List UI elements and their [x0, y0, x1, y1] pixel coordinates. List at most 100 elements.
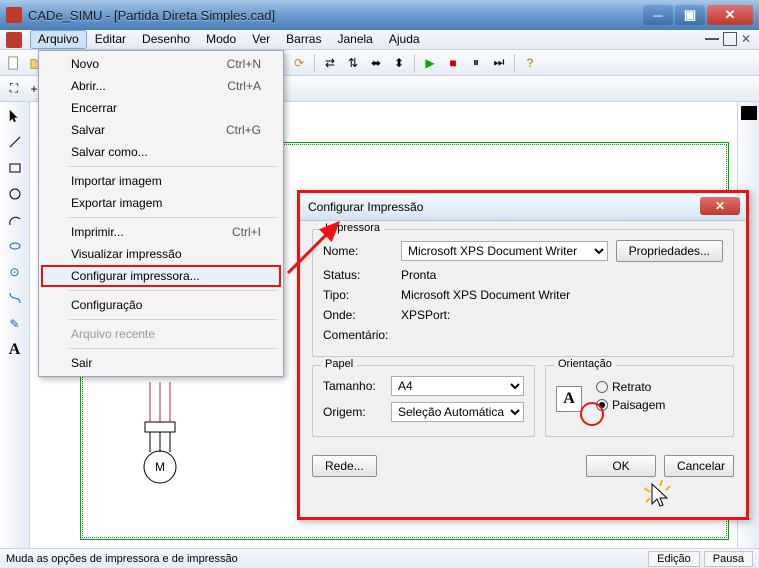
paper-group-label: Papel [321, 358, 357, 370]
status-mode: Edição [648, 551, 700, 567]
type-label: Tipo: [323, 288, 393, 302]
print-setup-dialog: Configurar Impressão ✕ Impressora Nome: … [297, 190, 749, 520]
status-value: Pronta [401, 268, 436, 282]
help-icon[interactable]: ? [520, 53, 540, 73]
menu-imprimir[interactable]: Imprimir...Ctrl+I [41, 221, 281, 243]
menu-novo[interactable]: NovoCtrl+N [41, 53, 281, 75]
mdi-restore-icon[interactable] [723, 32, 737, 46]
flip-v-icon[interactable]: ⇅ [343, 53, 363, 73]
mirror-icon[interactable]: ⬌ [366, 53, 386, 73]
zoom-fit-icon[interactable]: ⛶ [4, 79, 24, 99]
mdi-min-icon[interactable] [705, 32, 719, 40]
separator [69, 217, 277, 218]
menu-ajuda[interactable]: Ajuda [381, 30, 428, 49]
doc-icon [6, 32, 22, 48]
color-swatch-black[interactable] [741, 106, 757, 120]
dialog-title: Configurar Impressão [308, 200, 423, 214]
status-state: Pausa [704, 551, 753, 567]
orientation-group-label: Orientação [554, 358, 616, 370]
menubar: Arquivo Editar Desenho Modo Ver Barras J… [0, 30, 759, 50]
where-label: Onde: [323, 308, 393, 322]
menu-arquivo-recente: Arquivo recente [41, 323, 281, 345]
separator [69, 319, 277, 320]
menu-encerrar[interactable]: Encerrar [41, 97, 281, 119]
paper-source-select[interactable]: Seleção Automática [391, 402, 524, 422]
network-button[interactable]: Rede... [312, 455, 377, 477]
ellipse-tool-icon[interactable] [5, 236, 25, 256]
portrait-label: Retrato [612, 380, 651, 394]
portrait-radio[interactable] [596, 381, 608, 393]
menu-ver[interactable]: Ver [244, 30, 278, 49]
menu-salvar-como[interactable]: Salvar como... [41, 141, 281, 163]
text-tool-icon[interactable]: A [5, 340, 25, 360]
orientation-group: Orientação A Retrato Paisagem [545, 365, 734, 437]
menu-importar-imagem[interactable]: Importar imagem [41, 170, 281, 192]
landscape-label: Paisagem [612, 398, 665, 412]
flip-h-icon[interactable]: ⇄ [320, 53, 340, 73]
window-title: CADe_SIMU - [Partida Direta Simples.cad] [28, 8, 643, 23]
arc-tool-icon[interactable] [5, 210, 25, 230]
menu-barras[interactable]: Barras [278, 30, 329, 49]
annotation-arrow [286, 215, 346, 275]
printer-group: Impressora Nome: Microsoft XPS Document … [312, 229, 734, 357]
new-icon[interactable] [4, 53, 24, 73]
svg-text:M: M [155, 460, 165, 474]
type-value: Microsoft XPS Document Writer [401, 288, 570, 302]
rotate-right-icon[interactable]: ⟳ [289, 53, 309, 73]
rect-tool-icon[interactable] [5, 158, 25, 178]
menu-janela[interactable]: Janela [329, 30, 380, 49]
node-tool-icon[interactable]: ⊙ [5, 262, 25, 282]
status-text: Muda as opções de impressora e de impres… [6, 553, 644, 565]
status-bar: Muda as opções de impressora e de impres… [0, 548, 759, 568]
app-icon [6, 7, 22, 23]
printer-name-select[interactable]: Microsoft XPS Document Writer [401, 241, 608, 261]
menu-editar[interactable]: Editar [87, 30, 134, 49]
menu-configuracao[interactable]: Configuração [41, 294, 281, 316]
orientation-preview-icon: A [556, 386, 582, 412]
menu-exportar-imagem[interactable]: Exportar imagem [41, 192, 281, 214]
line-tool-icon[interactable] [5, 132, 25, 152]
cursor-tool-icon[interactable] [5, 106, 25, 126]
mirror-v-icon[interactable]: ⬍ [389, 53, 409, 73]
menu-salvar[interactable]: SalvarCtrl+G [41, 119, 281, 141]
schematic-symbol: M [130, 382, 210, 502]
menu-configurar-impressora[interactable]: Configurar impressora... [41, 265, 281, 287]
maximize-button[interactable]: ▣ [675, 5, 705, 25]
paper-group: Papel Tamanho:A4 Origem:Seleção Automáti… [312, 365, 535, 437]
menu-arquivo[interactable]: Arquivo [30, 30, 87, 49]
wire-tool-icon[interactable] [5, 288, 25, 308]
portrait-radio-row[interactable]: Retrato [596, 380, 723, 394]
pause-icon[interactable]: ⏸ [466, 53, 486, 73]
source-label: Origem: [323, 405, 383, 419]
landscape-radio[interactable] [596, 399, 608, 411]
left-toolbox: ⊙ ✎ A [0, 102, 30, 548]
window-titlebar: CADe_SIMU - [Partida Direta Simples.cad]… [0, 0, 759, 30]
ok-button[interactable]: OK [586, 455, 656, 477]
cancel-button[interactable]: Cancelar [664, 455, 734, 477]
size-label: Tamanho: [323, 379, 383, 393]
menu-desenho[interactable]: Desenho [134, 30, 198, 49]
landscape-radio-row[interactable]: Paisagem [596, 398, 723, 412]
comment-label: Comentário: [323, 328, 393, 342]
properties-button[interactable]: Propriedades... [616, 240, 723, 262]
dialog-close-button[interactable]: ✕ [700, 197, 740, 215]
menu-modo[interactable]: Modo [198, 30, 244, 49]
where-value: XPSPort: [401, 308, 450, 322]
arquivo-dropdown: NovoCtrl+N Abrir...Ctrl+A Encerrar Salva… [38, 50, 284, 377]
step-icon[interactable]: ⏭ [489, 53, 509, 73]
minimize-button[interactable]: ─ [643, 5, 673, 25]
separator [69, 290, 277, 291]
separator [69, 166, 277, 167]
separator [69, 348, 277, 349]
menu-abrir[interactable]: Abrir...Ctrl+A [41, 75, 281, 97]
menu-visualizar-impressao[interactable]: Visualizar impressão [41, 243, 281, 265]
menu-sair[interactable]: Sair [41, 352, 281, 374]
mdi-close-icon[interactable]: ✕ [741, 32, 755, 46]
stop-icon[interactable]: ■ [443, 53, 463, 73]
circle-tool-icon[interactable] [5, 184, 25, 204]
edit-tool-icon[interactable]: ✎ [5, 314, 25, 334]
dialog-titlebar: Configurar Impressão ✕ [300, 193, 746, 221]
play-icon[interactable]: ▶ [420, 53, 440, 73]
paper-size-select[interactable]: A4 [391, 376, 524, 396]
close-button[interactable]: ✕ [707, 5, 753, 25]
